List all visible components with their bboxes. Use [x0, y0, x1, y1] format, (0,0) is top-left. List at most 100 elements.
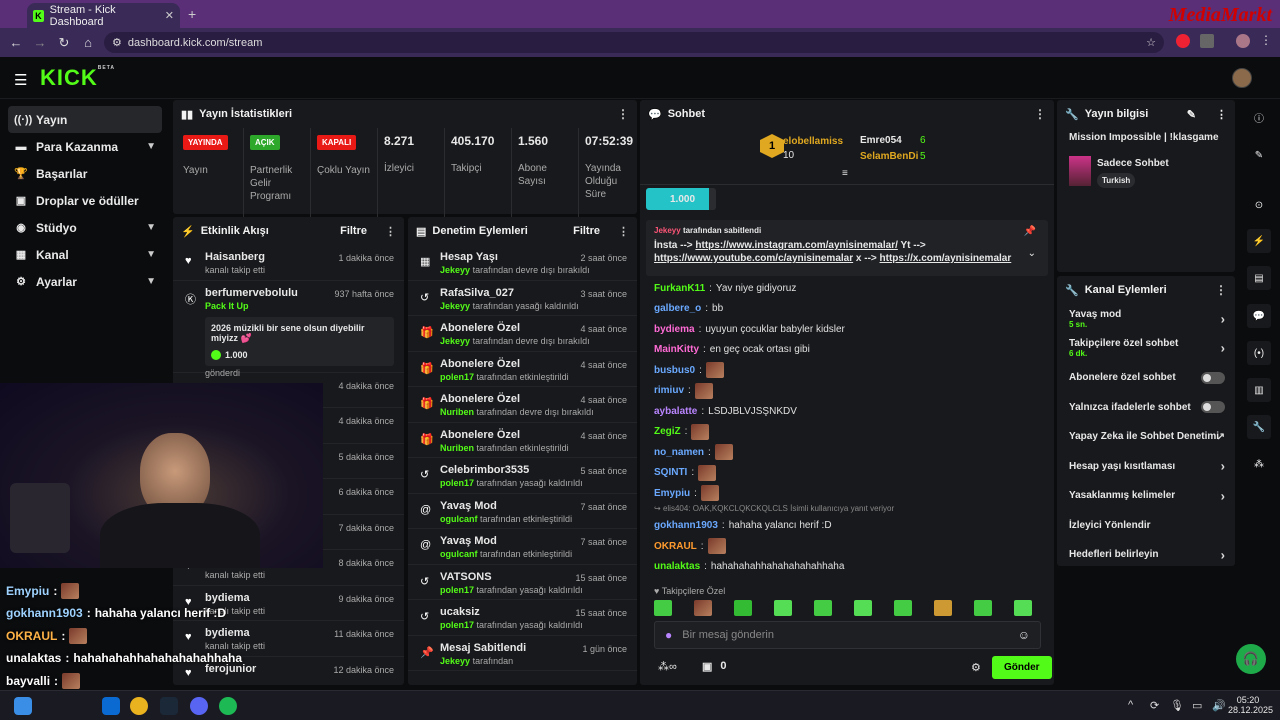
chat-username[interactable]: aybalatte: [654, 406, 697, 417]
chevron-down-icon[interactable]: ⌄: [1028, 248, 1036, 259]
category-name[interactable]: Sadece Sohbet: [1097, 158, 1169, 169]
emote-icon[interactable]: [814, 600, 832, 616]
spotify-icon[interactable]: [219, 697, 237, 715]
chat-username[interactable]: rimiuv: [654, 385, 684, 396]
broadcast-icon[interactable]: (•): [1247, 341, 1271, 365]
display-icon[interactable]: ▭: [1192, 699, 1202, 712]
chat-username[interactable]: no_namen: [654, 447, 704, 458]
channel-action-item[interactable]: İzleyici Yönlendir: [1057, 511, 1235, 541]
viewer-icon[interactable]: ⁂∞: [658, 660, 677, 673]
windows-start-icon[interactable]: [14, 697, 32, 715]
kick-logo[interactable]: KICKBETA: [40, 65, 115, 91]
tray-chevron-icon[interactable]: ^: [1128, 699, 1133, 711]
layout-icon[interactable]: ▥: [1247, 378, 1271, 402]
wrench-icon[interactable]: 🔧: [1247, 415, 1271, 439]
chat-input[interactable]: ● Bir mesaj gönderin ☺: [654, 621, 1041, 649]
browser-tab[interactable]: K Stream - Kick Dashboard ✕: [27, 3, 180, 28]
clock[interactable]: 05:20 28.12.2025: [1228, 695, 1273, 715]
edit-icon[interactable]: ✎: [1247, 143, 1271, 167]
pin-icon[interactable]: 📌: [1024, 226, 1036, 237]
discord-icon[interactable]: [190, 697, 208, 715]
url-field[interactable]: ⚙ dashboard.kick.com/stream ☆: [104, 32, 1164, 53]
sidebar-item-droplar[interactable]: ▣ Droplar ve ödüller: [8, 187, 162, 214]
more-menu-icon[interactable]: ⋮: [617, 107, 629, 121]
clipboard-icon[interactable]: ▤: [1247, 266, 1271, 290]
channel-action-item[interactable]: Yalnızca ifadelerle sohbet: [1057, 393, 1235, 423]
sidebar-item-studyo[interactable]: ◉ Stüdyo ▼: [8, 214, 162, 241]
chat-username[interactable]: busbus0: [654, 365, 695, 376]
channel-action-item[interactable]: Yavaş mod 5 sn. ›: [1057, 304, 1235, 334]
gear-icon[interactable]: ⚙: [971, 661, 981, 674]
emoji-icon[interactable]: ☺: [1018, 628, 1030, 642]
extension-icon[interactable]: [1176, 34, 1190, 48]
home-icon[interactable]: ⌂: [76, 35, 100, 50]
chat-username[interactable]: FurkanK11: [654, 283, 705, 294]
back-icon[interactable]: ←: [4, 35, 28, 50]
steam-icon[interactable]: [160, 697, 178, 715]
filter-button[interactable]: Filtre: [340, 225, 367, 237]
new-tab-icon[interactable]: +: [188, 6, 196, 22]
chrome-icon[interactable]: [130, 697, 148, 715]
chat-username[interactable]: Emypiu: [654, 488, 690, 499]
pinned-link[interactable]: https://x.com/aynisinemalar: [880, 253, 1012, 264]
channel-action-item[interactable]: Hesap yaşı kısıtlaması ›: [1057, 452, 1235, 482]
more-menu-icon[interactable]: ⋮: [1216, 108, 1227, 121]
puzzle-icon[interactable]: [1200, 34, 1214, 48]
more-menu-icon[interactable]: ⋮: [1215, 283, 1227, 297]
channel-action-item[interactable]: Abonelere özel sohbet: [1057, 363, 1235, 393]
channel-action-item[interactable]: Yasaklanmış kelimeler ›: [1057, 481, 1235, 511]
goal-bar[interactable]: 1.000: [646, 188, 716, 210]
toggle-switch[interactable]: [1201, 371, 1225, 384]
bolt-icon[interactable]: ⚡: [1247, 229, 1271, 253]
sidebar-item-yayin[interactable]: ((·)) Yayın: [8, 106, 162, 133]
toggle-switch[interactable]: [1201, 401, 1225, 414]
bookmark-star-icon[interactable]: ☆: [1146, 36, 1156, 49]
emote-icon[interactable]: [974, 600, 992, 616]
emote-icon[interactable]: [654, 600, 672, 616]
chat-username[interactable]: OKRAUL: [654, 541, 697, 552]
reload-icon[interactable]: ↻: [52, 35, 76, 51]
chat-username[interactable]: galbere_o: [654, 303, 701, 314]
emote-icon[interactable]: [854, 600, 872, 616]
emote-icon[interactable]: [894, 600, 912, 616]
user-avatar[interactable]: [1232, 68, 1252, 88]
emote-icon[interactable]: [694, 600, 712, 616]
chat-username[interactable]: ZegiZ: [654, 426, 681, 437]
mic-icon[interactable]: ●: [665, 628, 672, 642]
chat-username[interactable]: gokhann1903: [654, 520, 718, 531]
more-menu-icon[interactable]: ⋮: [385, 225, 396, 238]
send-button[interactable]: Gönder: [992, 656, 1052, 679]
profile-avatar[interactable]: [1236, 34, 1250, 48]
target-icon[interactable]: ⊙: [1247, 193, 1271, 217]
chat-username[interactable]: SQINTI: [654, 467, 687, 478]
sidebar-item-kanal[interactable]: ▦ Kanal ▼: [8, 241, 162, 268]
volume-icon[interactable]: 🔊: [1212, 699, 1226, 712]
close-tab-icon[interactable]: ✕: [165, 9, 174, 22]
more-menu-icon[interactable]: ⋮: [1034, 107, 1046, 121]
edit-icon[interactable]: ✎: [1187, 108, 1196, 121]
kicks-balance[interactable]: ▣ 0: [702, 660, 727, 673]
filter-button[interactable]: Filtre: [573, 225, 600, 237]
pinned-link[interactable]: https://www.youtube.com/c/aynisinemalar: [654, 253, 853, 264]
channel-action-item[interactable]: Takipçilere özel sohbet 6 dk. ›: [1057, 334, 1235, 364]
more-menu-icon[interactable]: ⋮: [618, 225, 629, 238]
hamburger-menu-icon[interactable]: ☰: [14, 71, 27, 89]
support-icon[interactable]: 🎧: [1236, 644, 1266, 674]
emote-icon[interactable]: [1014, 600, 1032, 616]
emote-icon[interactable]: [774, 600, 792, 616]
emote-icon[interactable]: [934, 600, 952, 616]
info-icon[interactable]: ⓘ: [1247, 105, 1271, 129]
network-icon[interactable]: ⟳: [1150, 699, 1159, 712]
expand-icon[interactable]: ≡: [842, 168, 848, 179]
chat-username[interactable]: bydiema: [654, 324, 695, 335]
sidebar-item-basarilar[interactable]: 🏆 Başarılar: [8, 160, 162, 187]
channel-action-item[interactable]: Yapay Zeka ile Sohbet Denetimi ↗: [1057, 422, 1235, 452]
people-icon[interactable]: ⁂: [1247, 452, 1271, 476]
sidebar-item-para-kazanma[interactable]: ▬ Para Kazanma ▼: [8, 133, 162, 160]
pinned-link[interactable]: https://www.instagram.com/aynisinemalar/: [695, 240, 897, 251]
sidebar-item-ayarlar[interactable]: ⚙ Ayarlar ▼: [8, 268, 162, 295]
mic-icon[interactable]: 🎙: [1170, 699, 1184, 712]
channel-action-item[interactable]: Hedefleri belirleyin ›: [1057, 540, 1235, 570]
forward-icon[interactable]: →: [28, 35, 52, 50]
outlook-icon[interactable]: [102, 697, 120, 715]
